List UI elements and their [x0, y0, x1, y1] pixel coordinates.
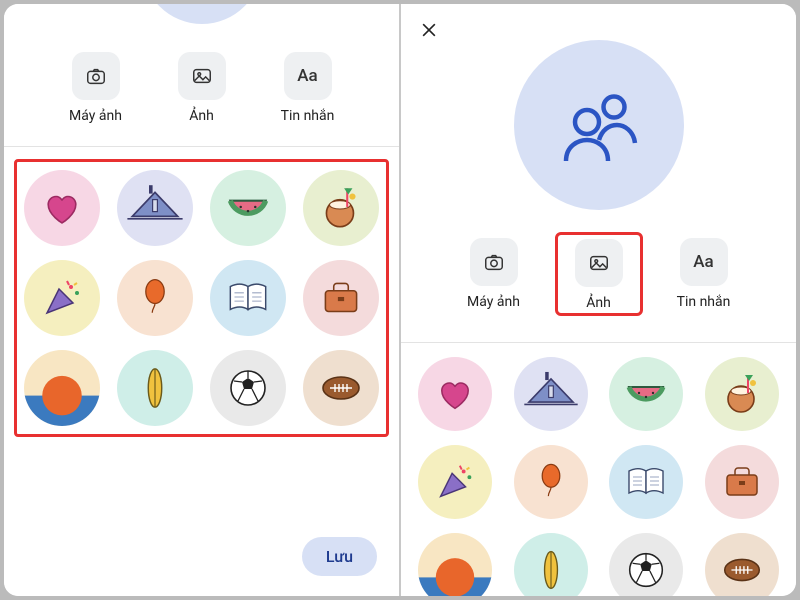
cover-soccer[interactable]: [609, 533, 683, 596]
edit-cover-panel-step2: Máy ảnh Ảnh Aa Tin nhắn: [401, 4, 796, 596]
cover-book[interactable]: [210, 260, 286, 336]
cover-avatar-preview: [514, 40, 684, 210]
action-text-label: Tin nhắn: [281, 108, 335, 124]
close-icon: [419, 20, 439, 40]
cover-house[interactable]: [514, 357, 588, 431]
edit-cover-panel-step1: Máy ảnh Ảnh Aa Tin nhắn: [4, 4, 401, 596]
cover-coconut[interactable]: [705, 357, 779, 431]
action-camera-label: Máy ảnh: [467, 294, 520, 310]
cover-watermelon[interactable]: [210, 170, 286, 246]
cover-confetti[interactable]: [24, 260, 100, 336]
action-camera[interactable]: Máy ảnh: [53, 52, 139, 124]
cover-sunset[interactable]: [24, 350, 100, 426]
photo-icon: [178, 52, 226, 100]
save-button-label: Lưu: [326, 547, 353, 566]
cover-balloon[interactable]: [117, 260, 193, 336]
people-icon: [554, 80, 644, 170]
photo-icon: [575, 239, 623, 287]
camera-icon: [72, 52, 120, 100]
preset-cover-grid-wrap: [401, 342, 796, 596]
cover-briefcase[interactable]: [705, 445, 779, 519]
action-text[interactable]: Aa Tin nhắn: [265, 52, 351, 124]
action-photo-highlight: Ảnh: [555, 232, 643, 316]
text-icon: Aa: [680, 238, 728, 286]
save-button[interactable]: Lưu: [302, 537, 377, 576]
cover-coconut[interactable]: [303, 170, 379, 246]
cover-source-actions: Máy ảnh Ảnh Aa Tin nhắn: [4, 32, 399, 128]
cover-source-actions: Máy ảnh Ảnh Aa Tin nhắn: [401, 220, 796, 320]
divider: [4, 146, 399, 147]
action-photo-label: Ảnh: [586, 295, 611, 311]
cover-soccer[interactable]: [210, 350, 286, 426]
camera-icon: [470, 238, 518, 286]
preset-cover-grid: [411, 357, 786, 596]
cover-football[interactable]: [705, 533, 779, 596]
cover-briefcase[interactable]: [303, 260, 379, 336]
text-icon: Aa: [284, 52, 332, 100]
cover-balloon[interactable]: [514, 445, 588, 519]
close-button[interactable]: [415, 16, 443, 44]
cover-heart[interactable]: [24, 170, 100, 246]
cover-book[interactable]: [609, 445, 683, 519]
action-photo[interactable]: Ảnh: [159, 52, 245, 124]
avatar-preview-cropped: [4, 4, 399, 32]
preset-cover-grid-highlight: [14, 159, 389, 437]
cover-house[interactable]: [117, 170, 193, 246]
cover-surfboard[interactable]: [514, 533, 588, 596]
cover-heart[interactable]: [418, 357, 492, 431]
cover-sunset[interactable]: [418, 533, 492, 596]
preset-cover-grid: [21, 170, 382, 426]
action-camera-label: Máy ảnh: [69, 108, 122, 124]
action-camera[interactable]: Máy ảnh: [451, 238, 537, 316]
action-photo-label: Ảnh: [189, 108, 214, 124]
cover-football[interactable]: [303, 350, 379, 426]
cover-confetti[interactable]: [418, 445, 492, 519]
cover-watermelon[interactable]: [609, 357, 683, 431]
action-photo[interactable]: Ảnh: [562, 239, 636, 311]
action-text[interactable]: Aa Tin nhắn: [661, 238, 747, 316]
cover-surfboard[interactable]: [117, 350, 193, 426]
action-text-label: Tin nhắn: [677, 294, 731, 310]
